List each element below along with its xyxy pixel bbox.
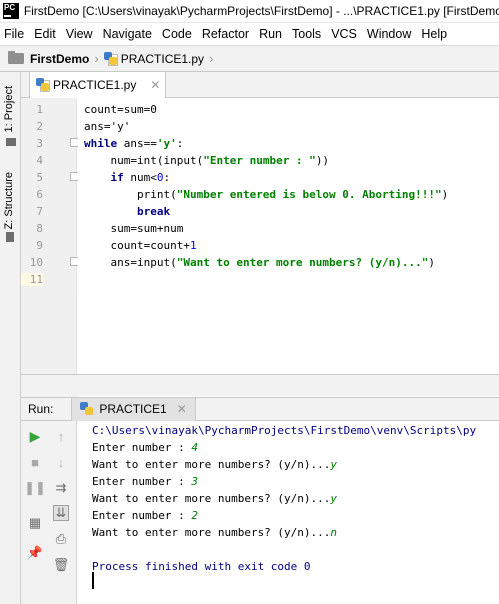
code-line: count=sum=0 <box>84 103 157 116</box>
menu-view[interactable]: View <box>66 27 93 41</box>
menu-refactor[interactable]: Refactor <box>202 27 249 41</box>
folder-icon <box>8 51 24 64</box>
line-number: 7 <box>36 205 43 218</box>
console-line-path: C:\Users\vinayak\PycharmProjects\FirstDe… <box>92 424 477 437</box>
menu-file[interactable]: File <box>4 27 24 41</box>
line-number: 2 <box>36 120 43 133</box>
code-editor[interactable]: count=sum=0 ans='y' while ans=='y': num=… <box>78 98 499 398</box>
code-line: sum=sum+num <box>84 222 184 235</box>
up-arrow-icon[interactable]: ↑ <box>53 428 69 444</box>
structure-tool-tab[interactable]: Z: Structure <box>3 172 15 229</box>
window-title: FirstDemo [C:\Users\vinayak\PycharmProje… <box>23 4 499 18</box>
menu-bar: File Edit View Navigate Code Refactor Ru… <box>0 23 499 45</box>
line-number: 1 <box>36 103 43 116</box>
code-line: break <box>84 205 171 218</box>
line-number: 9 <box>36 239 43 252</box>
project-tool-tab[interactable]: 1: Project <box>3 86 15 132</box>
left-tool-strip: 1: Project Z: Structure <box>0 72 21 604</box>
scroll-to-end-icon[interactable]: ⇊ <box>53 505 69 521</box>
code-line: count=count+1 <box>84 239 197 252</box>
run-tool-header: Run: PRACTICE1 ✕ <box>21 397 499 421</box>
close-icon[interactable]: ✕ <box>177 402 187 416</box>
console-line: Want to enter more numbers? (y/n)...n <box>92 526 338 539</box>
editor-tab-practice1[interactable]: PRACTICE1.py ✕ <box>29 72 166 98</box>
code-line: num=int(input("Enter number : ")) <box>84 154 330 167</box>
menu-window[interactable]: Window <box>367 27 411 41</box>
stop-icon[interactable]: ■ <box>27 454 43 470</box>
editor-tab-label: PRACTICE1.py <box>53 78 137 92</box>
console-line: Want to enter more numbers? (y/n)...y <box>92 458 338 471</box>
editor-tab-bar: PRACTICE1.py ✕ <box>21 72 499 98</box>
menu-vcs[interactable]: VCS <box>331 27 357 41</box>
code-line: ans='y' <box>84 120 131 133</box>
run-tab-practice1[interactable]: PRACTICE1 ✕ <box>71 397 196 421</box>
run-toolbar: ▶ ↑ ■ ↓ ❚❚ ⇉ ⇊ ▦ ⎙ 📌 🗑 <box>21 421 77 604</box>
editor-gutter: 1 2 3 4 5 6 7 8 9 10 11 <box>21 98 79 398</box>
soft-wrap-icon[interactable]: ⇉ <box>53 480 69 496</box>
down-arrow-icon[interactable]: ↓ <box>53 454 69 470</box>
console-line: Enter number : 2 <box>92 509 198 522</box>
breadcrumb: FirstDemo › PRACTICE1.py › <box>0 45 499 72</box>
menu-edit[interactable]: Edit <box>34 27 56 41</box>
title-bar: PC FirstDemo [C:\Users\vinayak\PycharmPr… <box>0 0 499 23</box>
line-number: 6 <box>36 188 43 201</box>
python-file-icon <box>36 78 50 92</box>
line-number: 11 <box>21 273 43 286</box>
chevron-right-icon: › <box>209 51 214 66</box>
rerun-icon[interactable]: ▶ <box>27 428 43 444</box>
pycharm-logo-icon: PC <box>3 3 19 19</box>
menu-help[interactable]: Help <box>421 27 447 41</box>
trash-icon[interactable]: 🗑 <box>53 557 70 573</box>
console-line: Enter number : 4 <box>92 441 198 454</box>
menu-code[interactable]: Code <box>162 27 192 41</box>
close-icon[interactable]: ✕ <box>150 78 160 92</box>
print-icon[interactable]: ⎙ <box>53 531 69 547</box>
line-number: 3 <box>36 137 43 150</box>
breadcrumb-project[interactable]: FirstDemo <box>30 52 89 66</box>
console-line-exit: Process finished with exit code 0 <box>92 560 311 573</box>
python-file-icon <box>103 51 118 66</box>
text-caret <box>92 572 94 589</box>
panel-separator[interactable] <box>21 374 499 396</box>
project-folder-icon[interactable] <box>6 138 16 146</box>
run-tab-label: PRACTICE1 <box>99 402 167 416</box>
run-label: Run: <box>28 402 54 416</box>
code-line: ans=input("Want to enter more numbers? (… <box>84 256 436 269</box>
menu-tools[interactable]: Tools <box>292 27 321 41</box>
breadcrumb-file[interactable]: PRACTICE1.py <box>121 52 204 66</box>
code-line: print("Number entered is below 0. Aborti… <box>84 188 449 201</box>
layout-icon[interactable]: ▦ <box>27 515 43 531</box>
pin-icon[interactable]: 📌 <box>27 545 43 561</box>
code-line: while ans=='y': <box>84 137 184 150</box>
line-number: 10 <box>29 256 43 269</box>
console-line: Want to enter more numbers? (y/n)...y <box>92 492 338 505</box>
line-number: 5 <box>36 171 43 184</box>
structure-icon[interactable] <box>6 232 14 242</box>
line-number: 8 <box>36 222 43 235</box>
console-line: Enter number : 3 <box>92 475 198 488</box>
run-console[interactable]: C:\Users\vinayak\PycharmProjects\FirstDe… <box>78 421 499 604</box>
python-run-icon <box>80 402 94 416</box>
menu-navigate[interactable]: Navigate <box>103 27 152 41</box>
menu-run[interactable]: Run <box>259 27 282 41</box>
line-number: 4 <box>36 154 43 167</box>
chevron-right-icon: › <box>94 51 99 66</box>
code-line: if num<0: <box>84 171 171 184</box>
pause-icon[interactable]: ❚❚ <box>24 480 46 496</box>
